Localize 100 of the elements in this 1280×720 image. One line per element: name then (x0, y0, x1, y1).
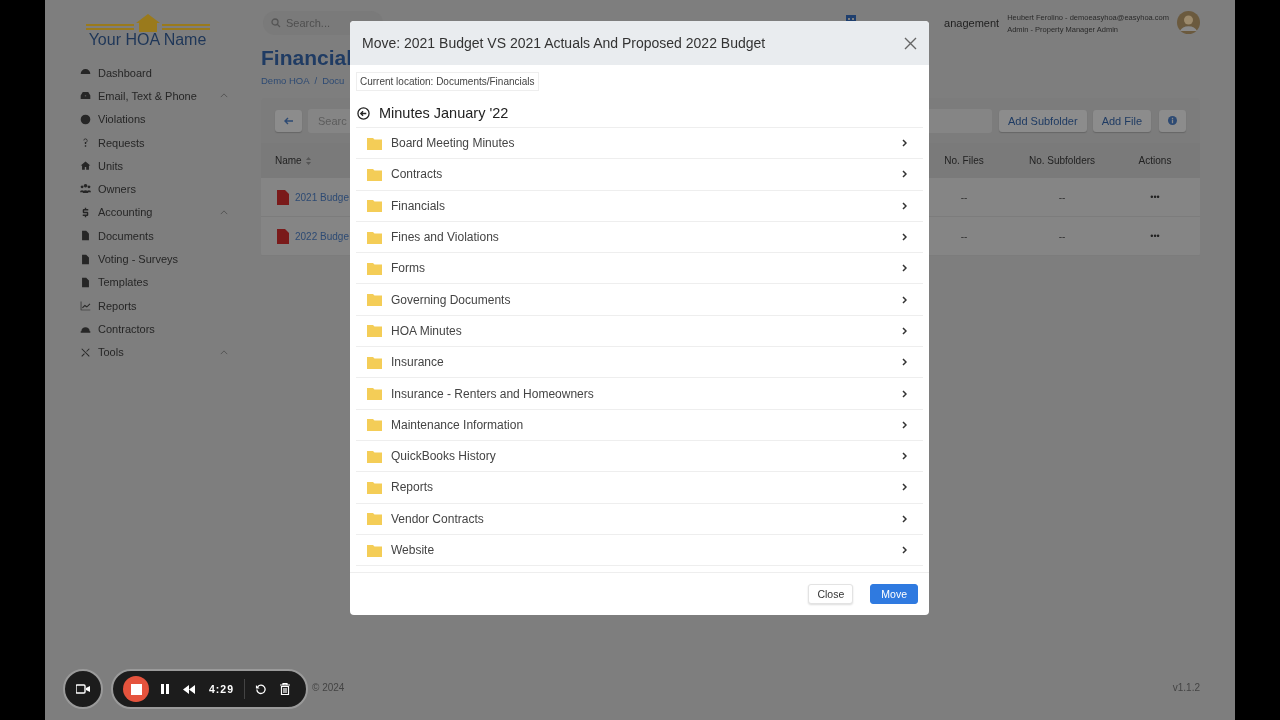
trash-icon[interactable] (280, 683, 290, 695)
breadcrumb-separator: / (314, 75, 318, 86)
close-icon[interactable] (904, 36, 917, 50)
folder-icon (367, 324, 382, 338)
actions-menu[interactable]: ••• (1110, 192, 1200, 202)
folder-icon (367, 230, 382, 244)
chevron-right-icon (902, 389, 907, 398)
restart-icon[interactable] (255, 683, 266, 695)
breadcrumb-link[interactable]: Demo HOA (261, 75, 310, 86)
video-camera-icon (76, 684, 90, 694)
folder-item[interactable]: Insurance (356, 347, 923, 379)
users-icon (80, 183, 91, 195)
sidebar-item[interactable]: Documents (45, 224, 224, 248)
folder-icon (367, 512, 382, 526)
chevron-right-icon (902, 514, 907, 523)
file-link[interactable]: 2021 Budge (295, 191, 349, 203)
camera-button[interactable] (63, 669, 103, 709)
sidebar-item[interactable]: Owners (45, 177, 224, 201)
file-link[interactable]: 2022 Budge (295, 230, 349, 242)
chevron-right-icon (902, 264, 907, 273)
folder-icon (367, 480, 382, 494)
folder-icon (367, 355, 382, 369)
sidebar-item[interactable]: Violations (45, 107, 224, 131)
column-header: No. Subfolders (1027, 155, 1097, 166)
toolbar-button[interactable]: Add File (1092, 109, 1151, 132)
folder-item[interactable]: Website (356, 534, 923, 567)
sidebar-item[interactable]: Templates (45, 270, 224, 294)
chevron-right-icon (902, 358, 907, 367)
folder-item[interactable]: Contracts (356, 159, 923, 191)
sidebar-item[interactable]: Requests (45, 130, 224, 155)
inbox-icon (80, 90, 91, 102)
home-icon (80, 160, 91, 172)
chevron-right-icon (902, 483, 907, 492)
sidebar-item[interactable]: Email, Text & Phone (45, 84, 224, 108)
chevron-right-icon (902, 326, 907, 335)
folder-item[interactable]: Insurance - Renters and Homeowners (356, 378, 923, 410)
chevron-right-icon (902, 139, 907, 148)
sidebar-item[interactable]: Contractors (45, 317, 224, 341)
brand-name: anagement (944, 17, 1000, 29)
folder-item[interactable]: Reports (356, 472, 923, 504)
dollar-icon (80, 206, 91, 218)
folder-icon (367, 418, 382, 432)
dialog-button[interactable]: Move (870, 584, 918, 604)
sidebar-item[interactable]: Units (45, 154, 224, 178)
folder-icon (367, 136, 382, 150)
folder-icon (367, 543, 382, 557)
chevron-right-icon (902, 452, 907, 461)
folder-icon (367, 167, 382, 181)
search-icon (271, 18, 281, 28)
sort-icon (305, 156, 311, 165)
folder-icon (367, 449, 382, 463)
column-header: No. Files (943, 155, 985, 166)
logo-text[interactable]: Your HOA Name (88, 31, 207, 49)
document-icon (80, 276, 91, 288)
sidebar-item[interactable]: Accounting (45, 200, 224, 225)
folder-item[interactable]: Fines and Violations (356, 221, 923, 254)
chevron-right-icon (902, 546, 907, 554)
stop-button[interactable] (123, 676, 149, 702)
document-icon (80, 253, 91, 265)
folder-item[interactable]: HOA Minutes (356, 315, 923, 348)
folder-item[interactable]: Board Meeting Minutes (356, 128, 923, 160)
folder-icon (367, 199, 382, 213)
folder-item[interactable]: Vendor Contracts (356, 503, 923, 535)
table-cell-text: -- (959, 230, 969, 242)
column-header: Actions (1137, 155, 1173, 166)
folder-item[interactable]: Financials (356, 190, 923, 222)
folder-title: Minutes January '22 (379, 105, 509, 121)
file-icon (80, 230, 91, 242)
rewind-icon[interactable] (183, 684, 195, 694)
table-cell-text: -- (1057, 230, 1067, 242)
sidebar-item[interactable]: Reports (45, 293, 224, 318)
stop-icon (130, 683, 142, 695)
recording-time: 4:29 (209, 683, 234, 695)
pdf-icon (277, 228, 289, 244)
info-button[interactable] (1159, 109, 1186, 132)
dialog-title: Move: 2021 Budget VS 2021 Actuals And Proposed 2022 Budget (362, 35, 766, 51)
actions-menu[interactable]: ••• (1110, 231, 1200, 241)
info-icon (1168, 115, 1177, 125)
folder-icon (367, 293, 382, 307)
folder-item[interactable]: Maintenance Information (356, 409, 923, 441)
folder-icon (367, 261, 382, 275)
table-cell-text: -- (1057, 191, 1067, 203)
version: v1.1.2 (1172, 682, 1200, 695)
folder-item[interactable]: Forms (356, 253, 923, 285)
page-title: Financial (261, 47, 354, 69)
pause-icon[interactable] (161, 684, 169, 694)
location-badge: Current location: Documents/Financials (356, 72, 539, 91)
chevron-right-icon (902, 170, 907, 179)
sidebar-item[interactable]: Dashboard (45, 61, 224, 85)
pdf-icon (277, 189, 289, 205)
breadcrumb-link[interactable]: Docu (322, 75, 345, 86)
chevron-right-icon (902, 201, 907, 210)
folder-item[interactable]: Governing Documents (356, 284, 923, 316)
sidebar-item[interactable]: Tools (45, 340, 224, 364)
chevron-right-icon (902, 233, 907, 242)
arrow-left-icon (284, 116, 293, 125)
folder-item[interactable]: QuickBooks History (356, 440, 923, 473)
sidebar-item[interactable]: Voting - Surveys (45, 247, 224, 271)
toolbar-button[interactable]: Add Subfolder (998, 109, 1087, 132)
dialog-button[interactable]: Close (808, 584, 854, 604)
